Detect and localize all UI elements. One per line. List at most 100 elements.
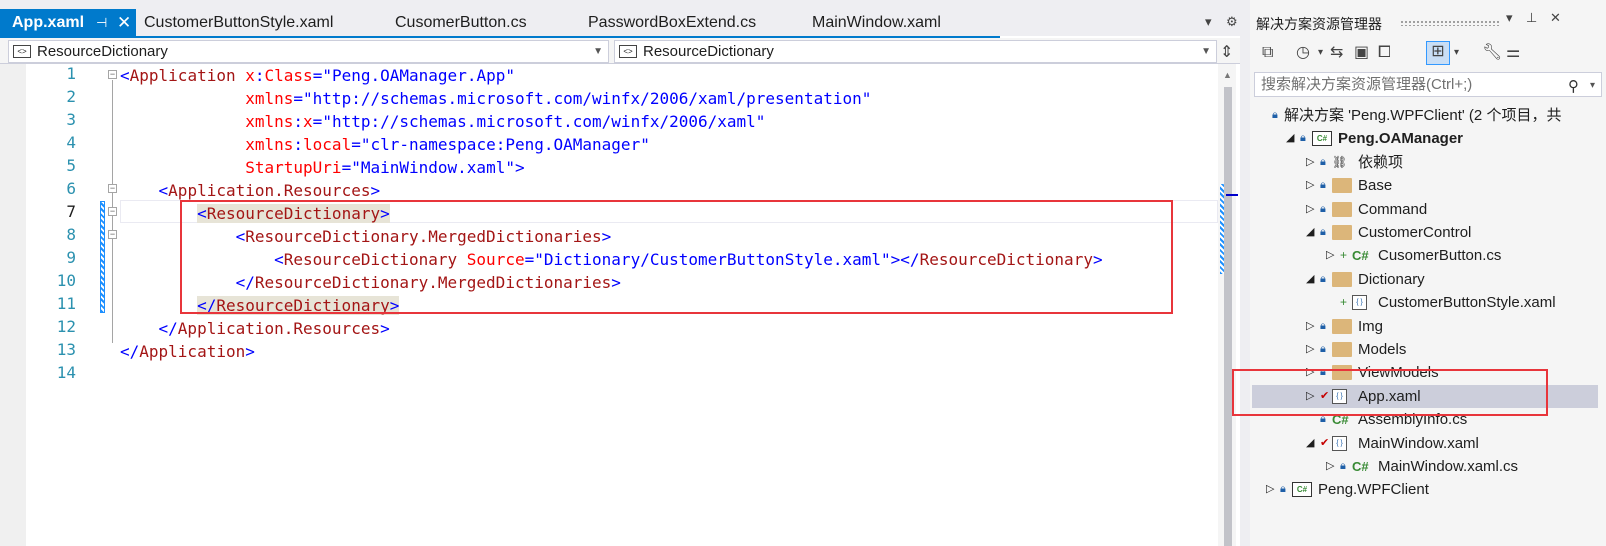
line-number: 9 [66, 248, 76, 267]
code-line[interactable]: xmlns="http://schemas.microsoft.com/winf… [120, 87, 871, 110]
collapse-all-icon[interactable]: ▣ [1354, 43, 1369, 63]
collapse-arrow-icon[interactable]: ◢ [1306, 432, 1314, 455]
show-all-files-icon[interactable]: ⧠ [1378, 43, 1391, 63]
folder-icon [1332, 225, 1352, 240]
close-icon[interactable]: ✕ [1550, 10, 1561, 26]
collapse-arrow-icon[interactable]: ◢ [1286, 127, 1294, 150]
tree-item[interactable]: ◢ ✔{ } MainWindow.xaml [1252, 432, 1598, 455]
code-token: > [370, 181, 381, 200]
chevron-down-icon[interactable]: ▾ [1506, 10, 1513, 26]
type-scope-value: ResourceDictionary [37, 43, 168, 60]
history-icon[interactable]: ◷ [1296, 43, 1310, 63]
lock-icon: 🔒︎ [1320, 155, 1326, 168]
collapse-arrow-icon[interactable]: ◢ [1306, 268, 1314, 291]
code-token: x [235, 66, 255, 85]
code-token: = [341, 158, 352, 177]
tree-item-label: Peng.WPFClient [1318, 481, 1429, 499]
code-line[interactable]: xmlns:x="http://schemas.microsoft.com/wi… [120, 110, 765, 133]
line-number: 14 [56, 363, 76, 382]
code-token: xmlns [120, 135, 294, 154]
drag-grip[interactable] [1400, 20, 1500, 26]
type-scope-dropdown[interactable]: <> ResourceDictionary ▼ [8, 40, 609, 63]
tree-item[interactable]: ◢ 🔒︎ C# Peng.OAManager [1252, 127, 1598, 150]
fold-toggle-icon[interactable]: − [108, 184, 117, 193]
expand-arrow-icon[interactable]: ▷ [1306, 198, 1314, 221]
panel-splitter[interactable] [1240, 0, 1250, 546]
tree-item[interactable]: ▷ + C# CusomerButton.cs [1252, 244, 1598, 267]
switch-views-icon[interactable]: ⧉ [1262, 43, 1273, 63]
expand-arrow-icon[interactable]: ▷ [1326, 455, 1334, 478]
member-scope-dropdown[interactable]: <> ResourceDictionary ▼ [614, 40, 1217, 63]
search-placeholder: 搜索解决方案资源管理器(Ctrl+;) [1261, 76, 1473, 93]
code-token: > [245, 342, 255, 361]
properties-wrench-icon[interactable]: 🔧︎ [1482, 43, 1502, 63]
tree-item[interactable]: + { } CustomerButtonStyle.xaml [1252, 291, 1598, 314]
gear-icon[interactable]: ⚙ [1226, 14, 1238, 30]
tab-label: CustomerButtonStyle.xaml [144, 14, 334, 31]
expand-arrow-icon[interactable]: ▷ [1306, 338, 1314, 361]
expand-arrow-icon[interactable]: ▷ [1266, 478, 1274, 501]
sync-icon[interactable]: ⇆ [1330, 43, 1343, 63]
tab-cusomer-button[interactable]: CusomerButton.cs [395, 9, 527, 36]
code-line[interactable]: xmlns:local="clr-namespace:Peng.OAManage… [120, 133, 650, 156]
tab-label: CusomerButton.cs [395, 14, 527, 31]
preview-icon[interactable]: ⚌ [1506, 43, 1520, 63]
tree-item[interactable]: ▷ 🔒︎ C# Peng.WPFClient [1252, 478, 1598, 501]
chevron-down-icon[interactable]: ▾ [1590, 74, 1595, 97]
fold-toggle-icon[interactable]: − [108, 70, 117, 79]
tree-item-label: CustomerButtonStyle.xaml [1378, 294, 1556, 312]
line-number: 8 [66, 225, 76, 244]
code-token: x [303, 112, 313, 131]
close-icon[interactable]: ✕ [117, 9, 131, 36]
code-line[interactable]: </Application> [120, 340, 255, 363]
code-token: > [514, 158, 525, 177]
code-token: "http://schemas.microsoft.com/winfx/2006… [322, 112, 766, 131]
collapse-arrow-icon[interactable]: ◢ [1306, 221, 1314, 244]
expand-arrow-icon[interactable]: ▷ [1306, 151, 1314, 174]
code-line[interactable]: StartupUri="MainWindow.xaml"> [120, 156, 525, 179]
xml-element-icon: <> [13, 45, 31, 58]
tree-item[interactable]: ▷ 🔒︎ C# MainWindow.xaml.cs [1252, 455, 1598, 478]
code-line[interactable]: <Application.Resources> [120, 179, 381, 202]
expand-arrow-icon[interactable]: ▷ [1306, 174, 1314, 197]
pin-icon[interactable]: ⊥ [1526, 10, 1537, 26]
tree-item[interactable]: ◢ 🔒︎ Dictionary [1252, 268, 1598, 291]
tree-item[interactable]: ◢ 🔒︎ CustomerControl [1252, 221, 1598, 244]
line-number: 7 [66, 202, 76, 221]
fold-toggle-icon[interactable]: − [108, 230, 117, 239]
expand-arrow-icon[interactable]: ▷ [1306, 315, 1314, 338]
chevron-down-icon[interactable]: ▾ [1454, 43, 1459, 63]
tab-dropdown-icon[interactable]: ▾ [1205, 14, 1212, 30]
code-line[interactable]: <Application x:Class="Peng.OAManager.App… [120, 64, 515, 87]
tab-customer-button-style[interactable]: CustomerButtonStyle.xaml [144, 9, 333, 36]
scroll-up-icon[interactable]: ▲ [1223, 70, 1232, 80]
fold-toggle-icon[interactable]: − [108, 207, 117, 216]
code-token: Application [129, 66, 236, 85]
tree-item[interactable]: ▷ 🔒︎ Img [1252, 315, 1598, 338]
code-token: : [293, 112, 304, 131]
tree-item[interactable]: ▷ 🔒︎ Command [1252, 198, 1598, 221]
tree-item[interactable]: 🔒︎ 解决方案 'Peng.WPFClient' (2 个项目，共 [1252, 104, 1598, 127]
expand-arrow-icon[interactable]: ▷ [1326, 244, 1334, 267]
line-number: 10 [56, 271, 76, 290]
lock-icon: 🔒︎ [1320, 272, 1326, 285]
chevron-down-icon[interactable]: ▾ [1318, 43, 1323, 63]
split-window-icon[interactable]: ⇕ [1220, 42, 1233, 62]
tab-app-xaml[interactable]: App.xaml ⊣ ✕ [0, 9, 136, 36]
tree-item[interactable]: ▷ 🔒︎ Base [1252, 174, 1598, 197]
tree-item[interactable]: ▷ 🔒︎ ⛓ 依赖项 [1252, 151, 1598, 174]
code-line[interactable]: </Application.Resources> [120, 317, 390, 340]
tab-password-box-extend[interactable]: PasswordBoxExtend.cs [588, 9, 756, 36]
tree-item-label: Models [1358, 341, 1407, 358]
search-input[interactable]: 搜索解决方案资源管理器(Ctrl+;) ⚲ ▾ [1254, 72, 1602, 97]
solution-explorer-toolbar: ⧉ ◷ ▾ ⇆ ▣ ⧠ ⊞ ▾ 🔧︎ ⚌ [1250, 38, 1606, 68]
search-icon[interactable]: ⚲ [1568, 75, 1579, 98]
line-number: 1 [66, 64, 76, 83]
annotation-box [180, 200, 1173, 314]
tab-main-window[interactable]: MainWindow.xaml [812, 9, 941, 36]
tree-item[interactable]: ▷ 🔒︎ Models [1252, 338, 1598, 361]
code-token: Application.Resources [177, 319, 381, 338]
scrollbar-thumb[interactable] [1224, 87, 1232, 546]
preview-selected-icon[interactable]: ⊞ [1426, 41, 1450, 65]
pin-icon[interactable]: ⊣ [96, 9, 107, 36]
